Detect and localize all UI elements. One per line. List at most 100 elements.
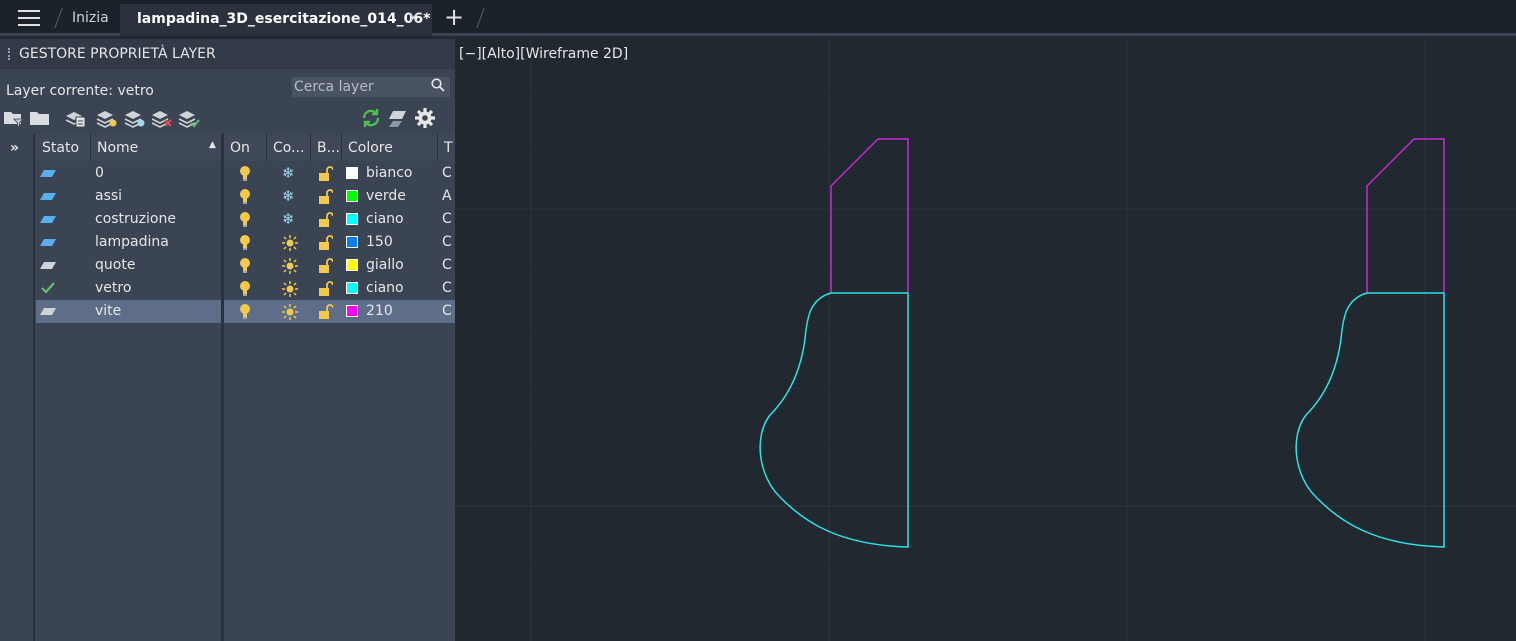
layer-linetype[interactable]: A [442, 188, 452, 204]
layer-color-name[interactable]: 210 [366, 303, 393, 319]
settings-gear-icon[interactable] [414, 107, 436, 129]
unlocked-padlock-icon[interactable] [319, 281, 333, 296]
layer-status-icon[interactable] [40, 308, 56, 315]
frozen-snowflake-icon[interactable]: ❄ [282, 164, 295, 182]
layer-row-properties[interactable]: 210 C [224, 300, 455, 323]
color-swatch[interactable] [346, 282, 358, 294]
layer-status-icon[interactable] [40, 170, 56, 177]
layer-linetype[interactable]: C [442, 211, 452, 227]
unlocked-padlock-icon[interactable] [319, 189, 333, 204]
column-header-blocca[interactable]: B... [311, 134, 342, 161]
layer-color-name[interactable]: giallo [366, 257, 404, 273]
layer-status-icon[interactable] [40, 239, 56, 246]
expand-double-chevron-icon[interactable]: » [10, 140, 19, 156]
layer-on-bulb-icon[interactable] [239, 165, 251, 181]
tab-home[interactable]: Inizia [72, 10, 109, 26]
tab-separator [54, 8, 63, 28]
layer-status-icon[interactable] [40, 193, 56, 200]
search-layer-input[interactable] [292, 77, 450, 97]
layer-states-icon[interactable] [64, 107, 86, 129]
column-header-colore[interactable]: Colore [342, 134, 438, 161]
unlocked-padlock-icon[interactable] [319, 258, 333, 273]
layer-on-bulb-icon[interactable] [239, 303, 251, 319]
color-swatch[interactable] [346, 259, 358, 271]
new-layer-icon[interactable] [96, 107, 118, 129]
column-header-congela[interactable]: Co... [267, 134, 311, 161]
color-swatch[interactable] [346, 236, 358, 248]
column-header-on[interactable]: On [224, 134, 267, 161]
panel-title-bar[interactable]: GESTORE PROPRIETÀ LAYER [0, 39, 455, 69]
layer-row-properties[interactable]: ❄ ciano C [224, 208, 455, 231]
unlocked-padlock-icon[interactable] [319, 212, 333, 227]
tab-active-drawing[interactable]: lampadina_3D_esercitazione_014_06* ✕ [120, 4, 432, 36]
layer-row-properties[interactable]: giallo C [224, 254, 455, 277]
color-swatch[interactable] [346, 167, 358, 179]
drawing-viewport[interactable]: [−][Alto][Wireframe 2D] [455, 39, 1516, 641]
layer-row-properties[interactable]: ciano C [224, 277, 455, 300]
glass-outline-left [759, 292, 909, 548]
layer-linetype[interactable]: C [442, 280, 452, 296]
column-header-nome-label: Nome [97, 140, 139, 156]
layer-row[interactable]: costruzione [36, 208, 222, 231]
frozen-snowflake-icon[interactable]: ❄ [282, 210, 295, 228]
layer-on-bulb-icon[interactable] [239, 211, 251, 227]
unlocked-padlock-icon[interactable] [319, 304, 333, 319]
layer-row[interactable]: vetro [36, 277, 222, 300]
layer-row-properties[interactable]: ❄ verde A [224, 185, 455, 208]
grip-handle-icon[interactable] [8, 48, 12, 60]
layer-linetype[interactable]: C [442, 234, 452, 250]
layer-row-properties[interactable]: ❄ bianco C [224, 162, 455, 185]
layer-color-name[interactable]: ciano [366, 280, 404, 296]
layer-row[interactable]: 0 [36, 162, 222, 185]
layer-row-properties[interactable]: 150 C [224, 231, 455, 254]
color-swatch[interactable] [346, 305, 358, 317]
new-filter-icon[interactable] [3, 107, 25, 129]
layer-row[interactable]: lampadina [36, 231, 222, 254]
view-cube-control[interactable]: [Alto] [482, 46, 520, 62]
column-header-stato[interactable]: Stato [36, 134, 91, 161]
layer-color-name[interactable]: ciano [366, 211, 404, 227]
current-layer-check-icon[interactable] [41, 282, 55, 294]
layer-color-name[interactable]: 150 [366, 234, 393, 250]
new-tab-button[interactable]: + [444, 4, 464, 30]
layer-row[interactable]: vite [36, 300, 222, 323]
layer-color-name[interactable]: verde [366, 188, 406, 204]
layer-name: vetro [95, 280, 132, 296]
layer-properties-panel: GESTORE PROPRIETÀ LAYER Layer corrente: … [0, 39, 455, 641]
set-current-layer-icon[interactable] [178, 107, 200, 129]
thawed-sun-icon[interactable] [282, 304, 298, 320]
layer-status-icon[interactable] [40, 216, 56, 223]
column-header-nome[interactable]: Nome ▲ [91, 134, 222, 161]
viewport-minus-control[interactable]: [−] [459, 46, 482, 62]
layer-color-name[interactable]: bianco [366, 165, 413, 181]
layer-status-icon[interactable] [40, 262, 56, 269]
frozen-snowflake-icon[interactable]: ❄ [282, 187, 295, 205]
search-icon[interactable] [431, 78, 445, 92]
layer-linetype[interactable]: C [442, 165, 452, 181]
close-tab-icon[interactable]: ✕ [407, 9, 420, 27]
layer-translate-icon[interactable] [387, 107, 409, 129]
drawing-canvas[interactable] [455, 39, 1516, 641]
visual-style-control[interactable]: [Wireframe 2D] [520, 46, 628, 62]
color-swatch[interactable] [346, 190, 358, 202]
color-swatch[interactable] [346, 213, 358, 225]
layer-row[interactable]: quote [36, 254, 222, 277]
refresh-icon[interactable] [360, 107, 382, 129]
column-header-tipolinea[interactable]: T [438, 134, 455, 161]
unlocked-padlock-icon[interactable] [319, 235, 333, 250]
layer-linetype[interactable]: C [442, 303, 452, 319]
layer-on-bulb-icon[interactable] [239, 280, 251, 296]
unlocked-padlock-icon[interactable] [319, 166, 333, 181]
thawed-sun-icon[interactable] [282, 235, 298, 251]
thawed-sun-icon[interactable] [282, 281, 298, 297]
new-layer-frozen-icon[interactable] [124, 107, 146, 129]
delete-layer-icon[interactable] [151, 107, 173, 129]
layer-linetype[interactable]: C [442, 257, 452, 273]
layer-row[interactable]: assi [36, 185, 222, 208]
layer-on-bulb-icon[interactable] [239, 257, 251, 273]
thawed-sun-icon[interactable] [282, 258, 298, 274]
menu-icon[interactable] [18, 10, 40, 26]
layer-on-bulb-icon[interactable] [239, 188, 251, 204]
layer-on-bulb-icon[interactable] [239, 234, 251, 250]
folder-icon[interactable] [29, 107, 51, 129]
